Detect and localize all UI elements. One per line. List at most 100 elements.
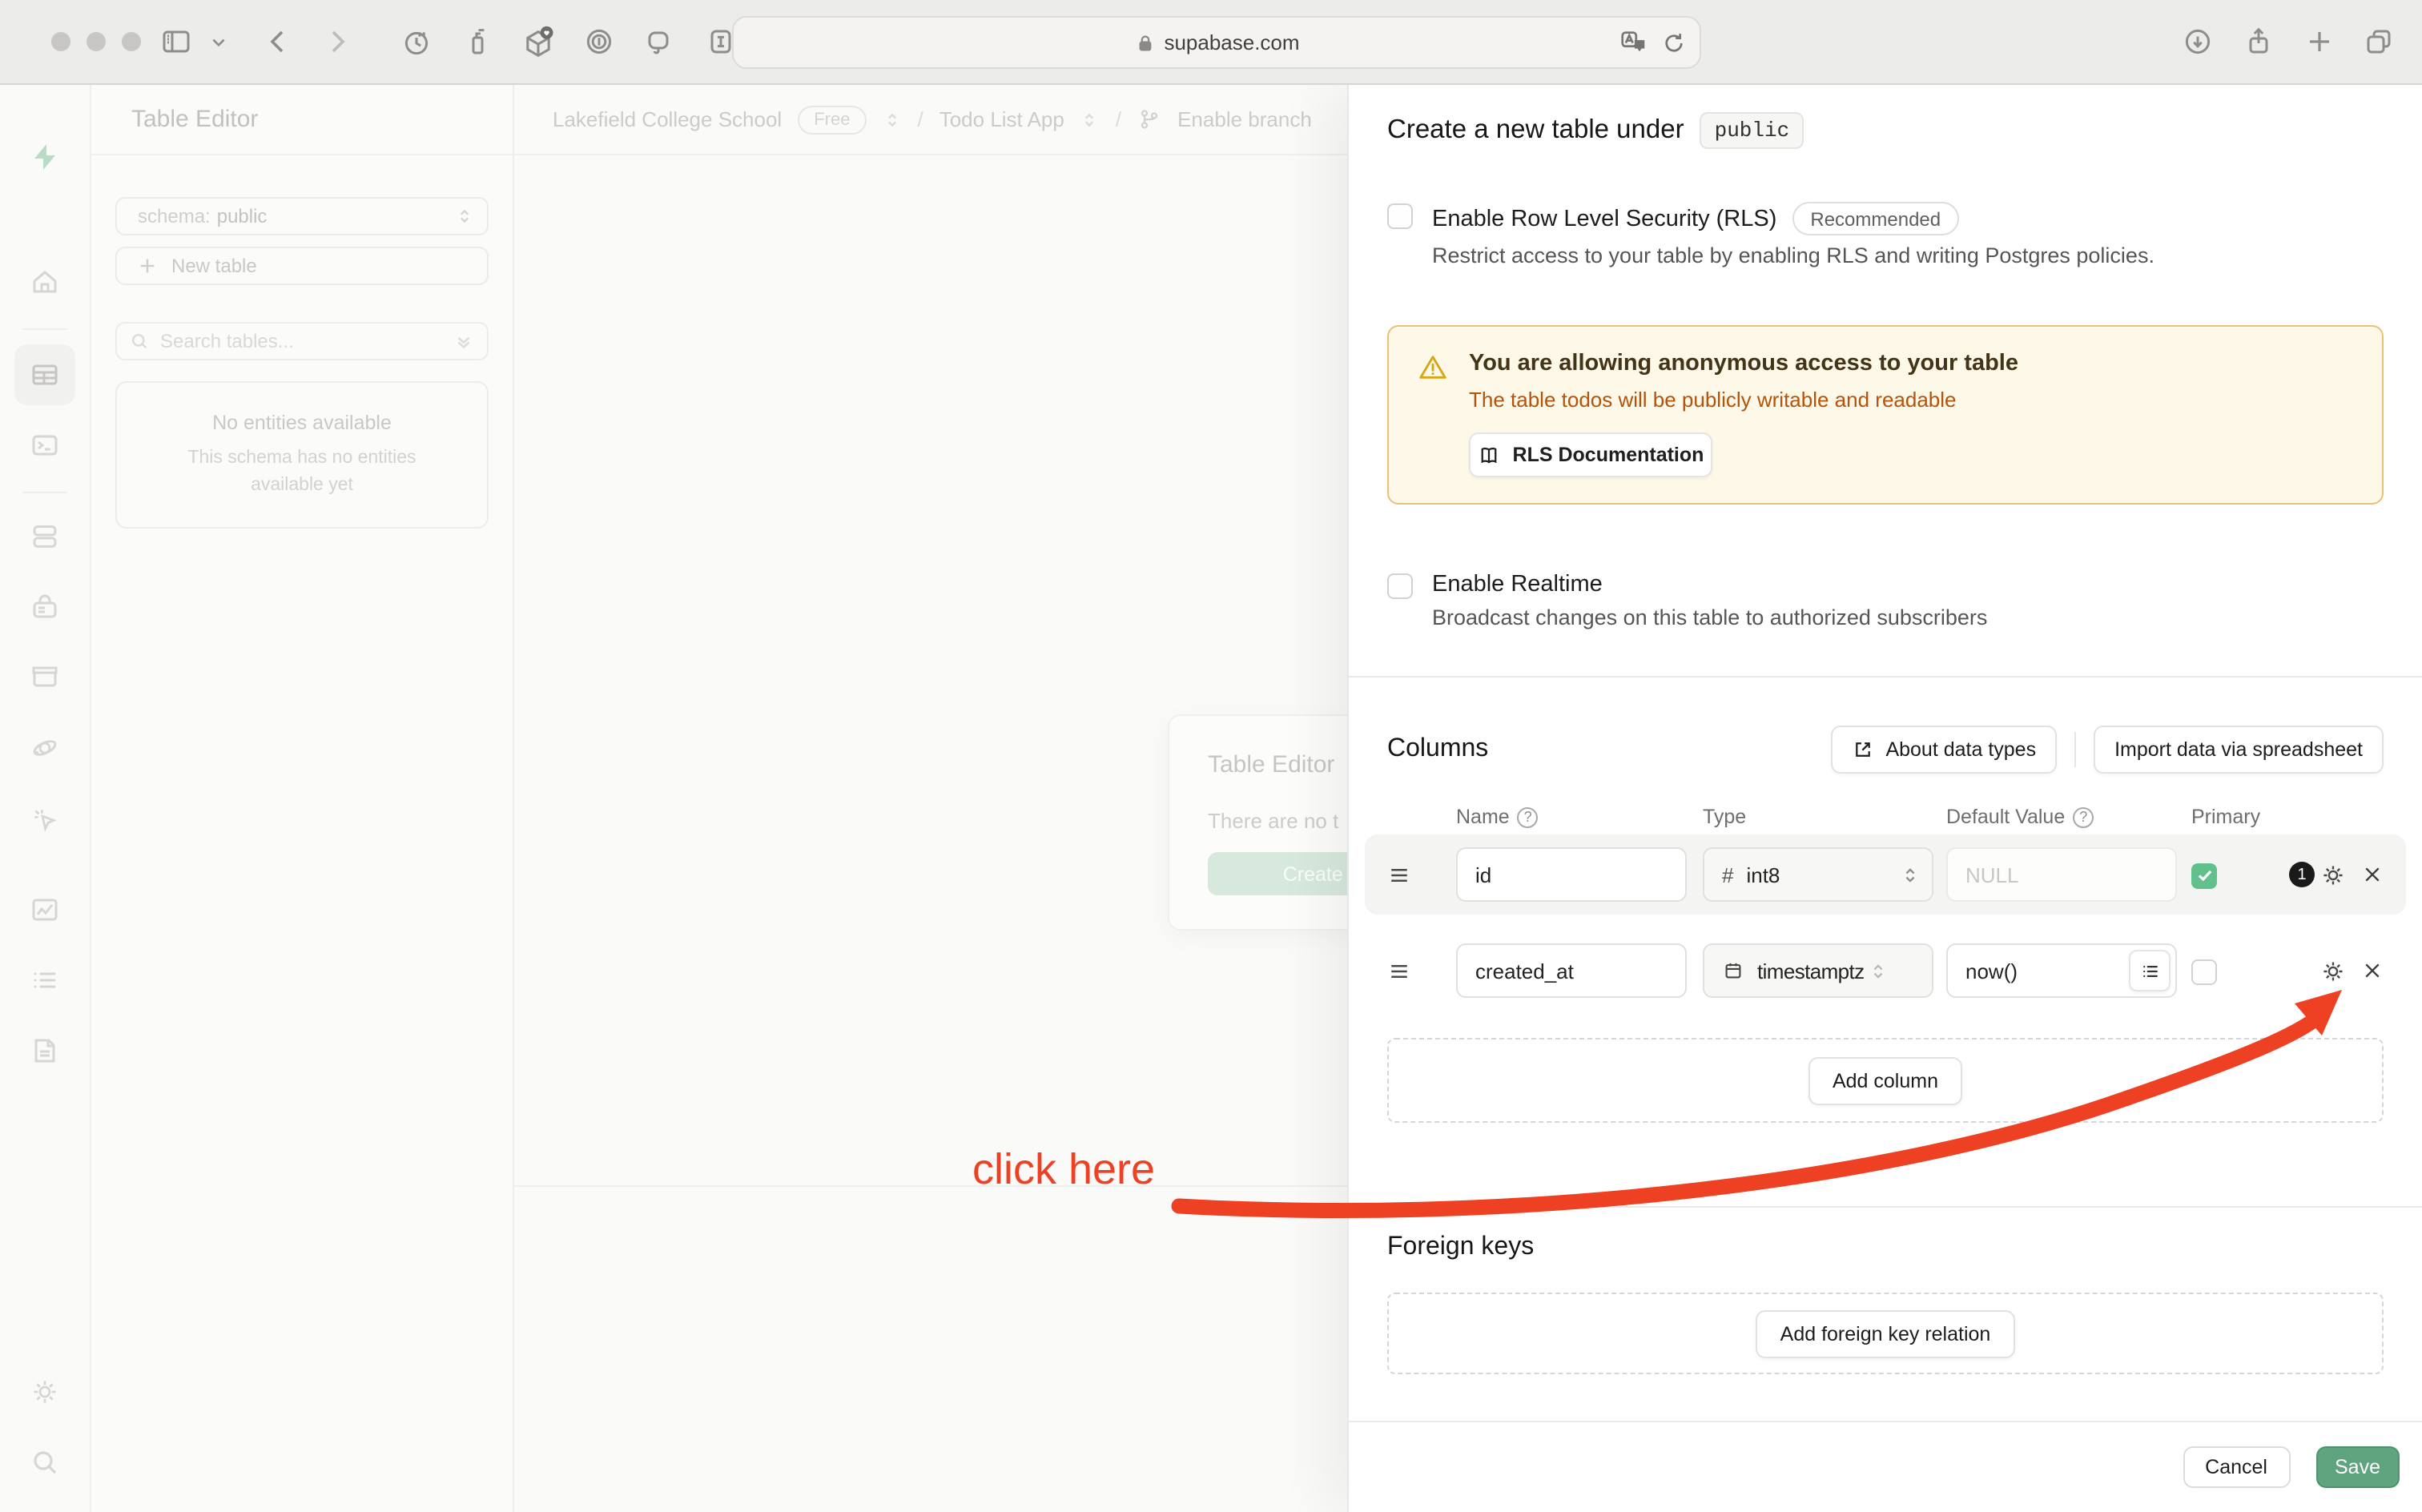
column-name-input[interactable] [1456,943,1687,998]
project-chevron-icon[interactable] [1080,110,1100,129]
primary-checkbox[interactable] [2191,959,2217,984]
search-icon[interactable] [29,1446,61,1478]
new-tab-icon[interactable] [2303,26,2336,58]
breadcrumb-separator-2: / [1116,107,1121,131]
supabase-logo-icon[interactable] [29,141,61,173]
add-foreign-key-button[interactable]: Add foreign key relation [1756,1309,2015,1357]
reports-icon[interactable] [29,894,61,926]
share-icon[interactable] [2243,26,2275,58]
empty-state-card: Table Editor There are no t Create a new… [1168,714,1347,931]
column-type-select[interactable]: timestamptz [1703,943,1933,998]
chevron-down-icon[interactable] [210,34,227,51]
import-spreadsheet-button[interactable]: Import data via spreadsheet [2094,726,2384,774]
cancel-button[interactable]: Cancel [2183,1446,2290,1488]
new-table-button[interactable]: New table [115,247,489,285]
double-chevron-icon [453,331,474,352]
column-settings-icon[interactable] [2319,861,2347,888]
sidebar-toggle-icon[interactable] [160,26,192,58]
drag-handle-icon[interactable] [1387,863,1456,887]
search-icon [130,332,149,351]
primary-checkbox-checked[interactable] [2191,863,2217,888]
save-button[interactable]: Save [2315,1446,2400,1488]
hash-icon: # [1722,863,1733,887]
extension-clock-icon[interactable] [400,26,432,58]
table-editor-sidebar: Table Editor schema: public New table Se… [91,85,514,1512]
column-settings-icon[interactable] [2319,957,2347,984]
extension-package-icon[interactable] [521,26,556,61]
lock-icon [1133,31,1156,54]
table-editor-icon[interactable] [29,359,61,391]
extension-spray-icon[interactable] [461,26,493,58]
rls-checkbox[interactable] [1387,203,1413,229]
edge-functions-icon[interactable] [29,732,61,764]
extension-plug-icon[interactable] [642,26,674,58]
window-zoom-button[interactable] [122,32,141,51]
panel-title: Create a new table under [1387,115,1684,146]
drag-handle-icon[interactable] [1387,959,1456,983]
column-name-input[interactable] [1456,847,1687,902]
extension-1password-icon[interactable] [583,26,615,58]
downloads-icon[interactable] [2182,26,2214,58]
database-icon[interactable] [29,521,61,553]
create-table-button-dimmed[interactable]: Create a new t [1208,852,1347,895]
warning-title: You are allowing anonymous access to you… [1469,351,2018,376]
header-primary: Primary [2191,806,2260,828]
branch-icon [1137,107,1161,131]
anonymous-access-warning: You are allowing anonymous access to you… [1387,325,2384,505]
realtime-checkbox[interactable] [1387,573,1413,599]
schema-select[interactable]: schema: public [115,197,489,235]
calendar-icon [1722,959,1744,982]
remove-column-icon[interactable] [2361,863,2384,886]
home-icon[interactable] [29,266,61,298]
logs-icon[interactable] [29,964,61,996]
breadcrumb-project[interactable]: Todo List App [939,107,1064,131]
back-icon[interactable] [263,26,295,58]
translate-icon[interactable] [1618,27,1648,58]
search-tables-input[interactable]: Search tables... [115,322,489,360]
column-type-select[interactable]: # int8 [1703,847,1933,902]
external-link-icon [1852,738,1874,761]
panel-footer: Cancel Save [1349,1421,2422,1512]
breadcrumb-separator: / [917,107,923,131]
realtime-row: Enable Realtime Broadcast changes on thi… [1349,572,2422,629]
help-icon[interactable]: ? [2073,806,2094,827]
check-icon [2195,867,2213,884]
nav-rail [0,85,91,1512]
org-chevron-icon[interactable] [882,110,901,129]
breadcrumb-branch[interactable]: Enable branch [1177,107,1312,131]
columns-heading: Columns [1387,735,1488,764]
forward-icon[interactable] [320,26,352,58]
search-placeholder: Search tables... [160,330,294,352]
window-minimize-button[interactable] [86,32,106,51]
card-title: Table Editor [1208,751,1347,778]
foreign-keys-heading: Foreign keys [1387,1233,2384,1262]
warning-icon [1418,352,1448,477]
rls-label: Enable Row Level Security (RLS) [1432,206,1776,231]
empty-title: No entities available [212,412,392,435]
breadcrumb-org[interactable]: Lakefield College School [553,107,782,131]
about-data-types-button[interactable]: About data types [1831,726,2057,774]
tab-overview-icon[interactable] [2363,26,2395,58]
reload-icon[interactable] [1661,30,1687,55]
docs-icon[interactable] [29,1035,61,1067]
add-column-button[interactable]: Add column [1808,1056,1962,1104]
schema-select-value: public [217,205,268,227]
settings-icon[interactable] [29,1376,61,1408]
realtime-description: Broadcast changes on this table to autho… [1432,605,1987,629]
auth-icon[interactable] [29,591,61,623]
help-icon[interactable]: ? [1518,806,1539,827]
rls-docs-button[interactable]: RLS Documentation [1469,432,1712,477]
window-close-button[interactable] [51,32,70,51]
book-icon [1478,443,1502,467]
empty-subtitle: This schema has no entities available ye… [162,446,442,497]
warning-subtitle: The table todos will be publicly writabl… [1469,388,2018,412]
storage-icon[interactable] [29,660,61,692]
chevron-updown-icon [455,207,474,226]
sql-editor-icon[interactable] [29,429,61,461]
remove-column-icon[interactable] [2361,959,2384,982]
suggestions-list-icon[interactable] [2129,950,2171,991]
header-default: Default Value? [1946,806,2177,828]
advisors-icon[interactable] [29,804,61,836]
column-row-id: # int8 1 [1365,834,2406,915]
address-bar[interactable]: supabase.com [732,16,1701,69]
